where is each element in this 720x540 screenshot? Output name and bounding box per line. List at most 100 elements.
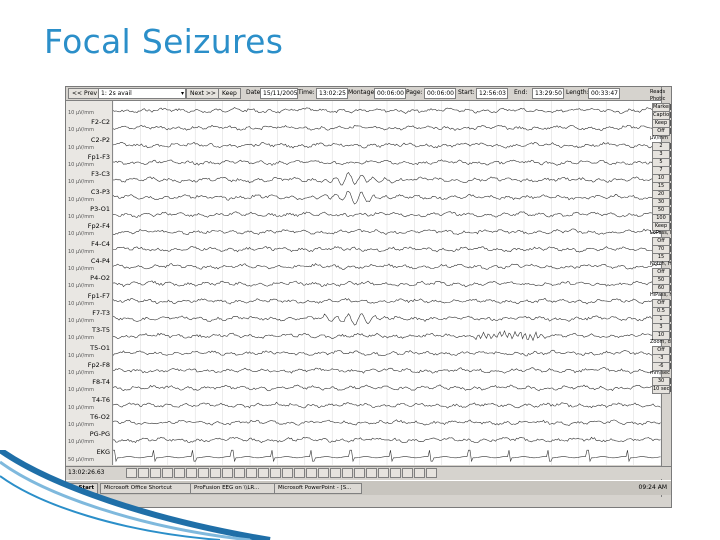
- checkbox[interactable]: [670, 378, 671, 384]
- toolbar-tool-icon[interactable]: [282, 468, 293, 478]
- checkbox[interactable]: [670, 316, 671, 322]
- channel-name: Fp2-F4: [87, 222, 110, 231]
- channel-name: C4-P4: [90, 257, 110, 265]
- channel-label: Fp2-F8 10 µV/mm: [66, 361, 112, 379]
- channel-label: F3-C3 10 µV/mm: [66, 170, 112, 188]
- checkbox[interactable]: [670, 324, 671, 330]
- channel-name: PG-PG: [89, 430, 110, 439]
- toolbar-tool-icon[interactable]: [354, 468, 365, 478]
- toolbar-tool-icon[interactable]: [402, 468, 413, 478]
- channel-label: F2-C2 10 µV/mm: [66, 118, 112, 136]
- channel-name: C3-P3: [90, 187, 110, 196]
- checkbox[interactable]: [670, 215, 671, 221]
- channel-name: T6-O2: [90, 413, 110, 421]
- checkbox[interactable]: [670, 363, 671, 369]
- checkbox[interactable]: [670, 347, 671, 353]
- toolbar-tool-icon[interactable]: [366, 468, 377, 478]
- channel-name: F3-C3: [91, 170, 110, 179]
- channel-name: T3-T5: [92, 326, 110, 335]
- channel-scale: 10 µV/mm: [68, 248, 94, 255]
- checkbox[interactable]: [670, 254, 671, 260]
- toolbar-tool-icon[interactable]: [294, 468, 305, 478]
- next-button[interactable]: Next >>: [186, 88, 220, 99]
- page-label: Page:: [406, 89, 423, 96]
- time-label: Time:: [298, 89, 315, 96]
- checkbox[interactable]: [670, 120, 671, 126]
- channel-name: P4-O2: [90, 274, 110, 283]
- channel-name: F8-T4: [92, 378, 110, 387]
- chevron-down-icon: ▾: [180, 90, 184, 97]
- keep-button[interactable]: Keep: [218, 88, 241, 99]
- channel-scale: 10 µV/mm: [68, 162, 94, 168]
- channel-scale: 10 µV/mm: [68, 300, 94, 307]
- channel-name: T4-T6: [92, 395, 110, 404]
- checkbox[interactable]: [670, 300, 671, 306]
- checkbox[interactable]: [670, 199, 671, 205]
- channel-label: PG-PG 10 µV/mm: [66, 430, 112, 448]
- prev-button[interactable]: << Prev: [68, 88, 102, 99]
- reads-label: Reads: [650, 89, 666, 95]
- checkbox[interactable]: [670, 285, 671, 291]
- checkbox[interactable]: [670, 151, 671, 157]
- checkbox[interactable]: [670, 386, 671, 392]
- montage-select[interactable]: 1: 2s avail ▾: [98, 88, 186, 99]
- length-value: 00:33:47: [588, 88, 620, 99]
- channel-name: F4-C4: [91, 239, 110, 248]
- channel-scale: 10 µV/mm: [68, 144, 94, 151]
- zoom-label: Zoom, dB: [650, 339, 672, 345]
- channel-label: Fp1-F7 10 µV/mm: [66, 292, 112, 310]
- checkbox[interactable]: [670, 167, 671, 173]
- taskbar-item-powerpoint[interactable]: Microsoft PowerPoint - [S...: [274, 483, 362, 494]
- checkbox[interactable]: [670, 277, 671, 283]
- channel-label: P3-O1 10 µV/mm: [66, 205, 112, 223]
- channel-label: F4-C4 10 µV/mm: [66, 240, 112, 258]
- toolbar-tool-icon[interactable]: [342, 468, 353, 478]
- checkbox[interactable]: [670, 104, 671, 110]
- checkbox[interactable]: [670, 128, 671, 134]
- chevron-left-icon: <<: [72, 90, 83, 97]
- checkbox[interactable]: [670, 355, 671, 361]
- checkbox[interactable]: [670, 246, 671, 252]
- checkbox[interactable]: [670, 269, 671, 275]
- toolbar-tool-icon[interactable]: [378, 468, 389, 478]
- checkbox[interactable]: [670, 143, 671, 149]
- channel-label: C4-P4 10 µV/mm: [66, 257, 112, 275]
- channel-scale: 10 µV/mm: [68, 283, 94, 290]
- toolbar-tool-icon[interactable]: [318, 468, 329, 478]
- checkbox[interactable]: [670, 183, 671, 189]
- channel-scale: 10 µV/mm: [68, 127, 94, 134]
- channel-scale: 10 µV/mm: [68, 387, 94, 394]
- channel-scale: 10 µV/mm: [68, 318, 94, 324]
- slide-title: Focal Seizures: [44, 22, 284, 61]
- checkbox[interactable]: [670, 191, 671, 197]
- channel-label: T3-T5 10 µV/mm: [66, 326, 112, 344]
- prev-label: Prev: [83, 90, 98, 97]
- end-value: 13:29:50: [532, 88, 564, 99]
- channel-scale: 10 µV/mm: [68, 352, 94, 359]
- channel-name: F2-C2: [91, 118, 110, 127]
- montage-value: 00:06:00: [374, 88, 406, 99]
- checkbox[interactable]: [670, 238, 671, 244]
- checkbox[interactable]: [670, 175, 671, 181]
- photic-label: Photic: [650, 96, 666, 102]
- checkbox[interactable]: [670, 112, 671, 118]
- toolbar-tool-icon[interactable]: [306, 468, 317, 478]
- length-label: Length:: [566, 89, 589, 96]
- channel-scale: 10 µV/mm: [68, 422, 94, 428]
- speed-select[interactable]: 10 sec/p: [652, 385, 670, 394]
- toolbar-tool-icon[interactable]: [414, 468, 425, 478]
- checkbox[interactable]: [670, 308, 671, 314]
- toolbar-tool-icon[interactable]: [390, 468, 401, 478]
- channel-label: Fp2-F4 10 µV/mm: [66, 222, 112, 240]
- checkbox[interactable]: [670, 159, 671, 165]
- right-control-panel: ReadsPhoticMarkerCaptionKeepOffµV/mm2357…: [650, 87, 671, 497]
- toolbar-tool-icon[interactable]: [426, 468, 437, 478]
- eeg-toolbar: << Prev 1: 2s avail ▾ Next >> Keep Date: …: [66, 87, 661, 101]
- checkbox[interactable]: [670, 332, 671, 338]
- channel-scale: 10 µV/mm: [68, 179, 94, 186]
- channel-scale: 10 µV/mm: [68, 214, 94, 220]
- toolbar-tool-icon[interactable]: [330, 468, 341, 478]
- checkbox[interactable]: [670, 223, 671, 229]
- channel-scale: 10 µV/mm: [68, 439, 94, 446]
- checkbox[interactable]: [670, 207, 671, 213]
